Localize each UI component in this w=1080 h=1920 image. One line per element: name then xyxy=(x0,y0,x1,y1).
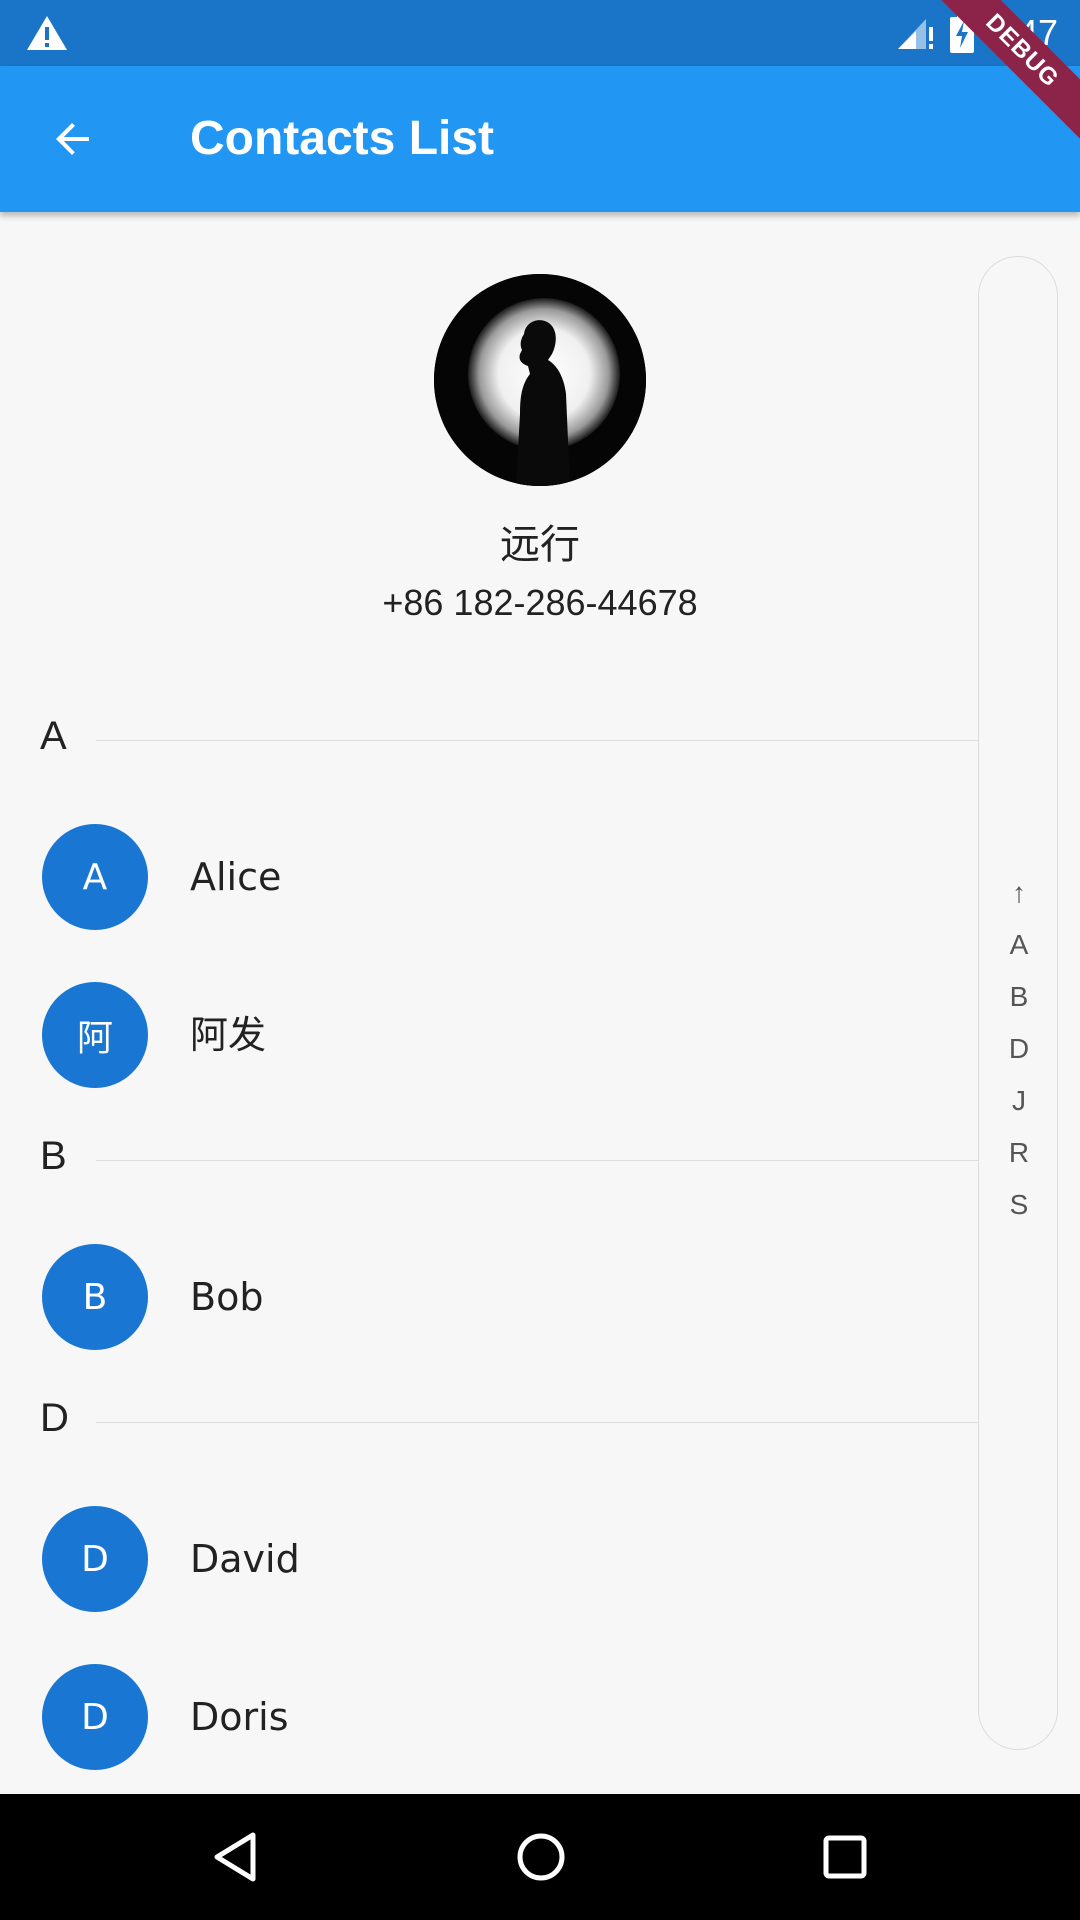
contact-name: David xyxy=(190,1537,300,1581)
avatar: B xyxy=(42,1244,148,1350)
contacts-content: 远行 +86 182-286-44678 A A Alice 阿 阿发 B B … xyxy=(0,212,1080,1794)
triangle-back-icon xyxy=(214,1832,256,1882)
contact-row[interactable]: D David xyxy=(0,1494,978,1624)
square-recents-icon xyxy=(823,1835,867,1879)
section-header-a: A xyxy=(0,708,978,768)
nav-recents-button[interactable] xyxy=(810,1822,880,1892)
profile-photo xyxy=(434,274,646,486)
section-divider xyxy=(96,740,978,741)
contact-row[interactable]: B Bob xyxy=(0,1232,978,1362)
circle-home-icon xyxy=(517,1833,565,1881)
status-bar: 8:47 xyxy=(0,0,1080,66)
nav-back-button[interactable] xyxy=(202,1822,272,1892)
index-item-r[interactable]: R xyxy=(1009,1127,1029,1179)
contact-name: 阿发 xyxy=(190,1013,267,1057)
contact-name: Doris xyxy=(190,1695,289,1739)
contact-row[interactable]: 阿 阿发 xyxy=(0,970,978,1100)
index-item-top[interactable]: ↑ xyxy=(1012,867,1026,919)
index-item-s[interactable]: S xyxy=(1010,1179,1029,1231)
nav-home-button[interactable] xyxy=(506,1822,576,1892)
warning-icon xyxy=(27,16,67,50)
signal-icon xyxy=(897,19,933,49)
back-button[interactable] xyxy=(40,106,106,172)
avatar: D xyxy=(42,1506,148,1612)
section-letter: A xyxy=(40,714,67,758)
index-list: ↑ A B D J R S xyxy=(979,867,1059,1231)
contact-row[interactable]: A Alice xyxy=(0,812,978,942)
index-item-a[interactable]: A xyxy=(1010,919,1029,971)
section-header-d: D xyxy=(0,1390,978,1450)
index-item-j[interactable]: J xyxy=(1012,1075,1026,1127)
section-letter: B xyxy=(40,1134,67,1178)
contact-row[interactable]: D Doris xyxy=(0,1652,978,1782)
section-letter: D xyxy=(40,1396,69,1440)
profile-phone: +86 182-286-44678 xyxy=(382,582,698,623)
avatar: 阿 xyxy=(42,982,148,1088)
alphabet-index-bar[interactable]: ↑ A B D J R S xyxy=(978,256,1058,1750)
section-divider xyxy=(96,1160,978,1161)
profile-avatar[interactable] xyxy=(434,274,646,486)
contact-name: Bob xyxy=(190,1275,264,1319)
page-title: Contacts List xyxy=(190,112,495,165)
profile-name: 远行 xyxy=(500,522,580,568)
index-item-b[interactable]: B xyxy=(1010,971,1029,1023)
arrow-back-icon xyxy=(56,123,89,155)
section-divider xyxy=(96,1422,978,1423)
index-item-d[interactable]: D xyxy=(1009,1023,1029,1075)
avatar: A xyxy=(42,824,148,930)
section-header-b: B xyxy=(0,1128,978,1188)
system-nav-bar xyxy=(0,1794,1080,1920)
contact-name: Alice xyxy=(190,855,282,899)
app-bar: Contacts List xyxy=(0,66,1080,212)
avatar: D xyxy=(42,1664,148,1770)
